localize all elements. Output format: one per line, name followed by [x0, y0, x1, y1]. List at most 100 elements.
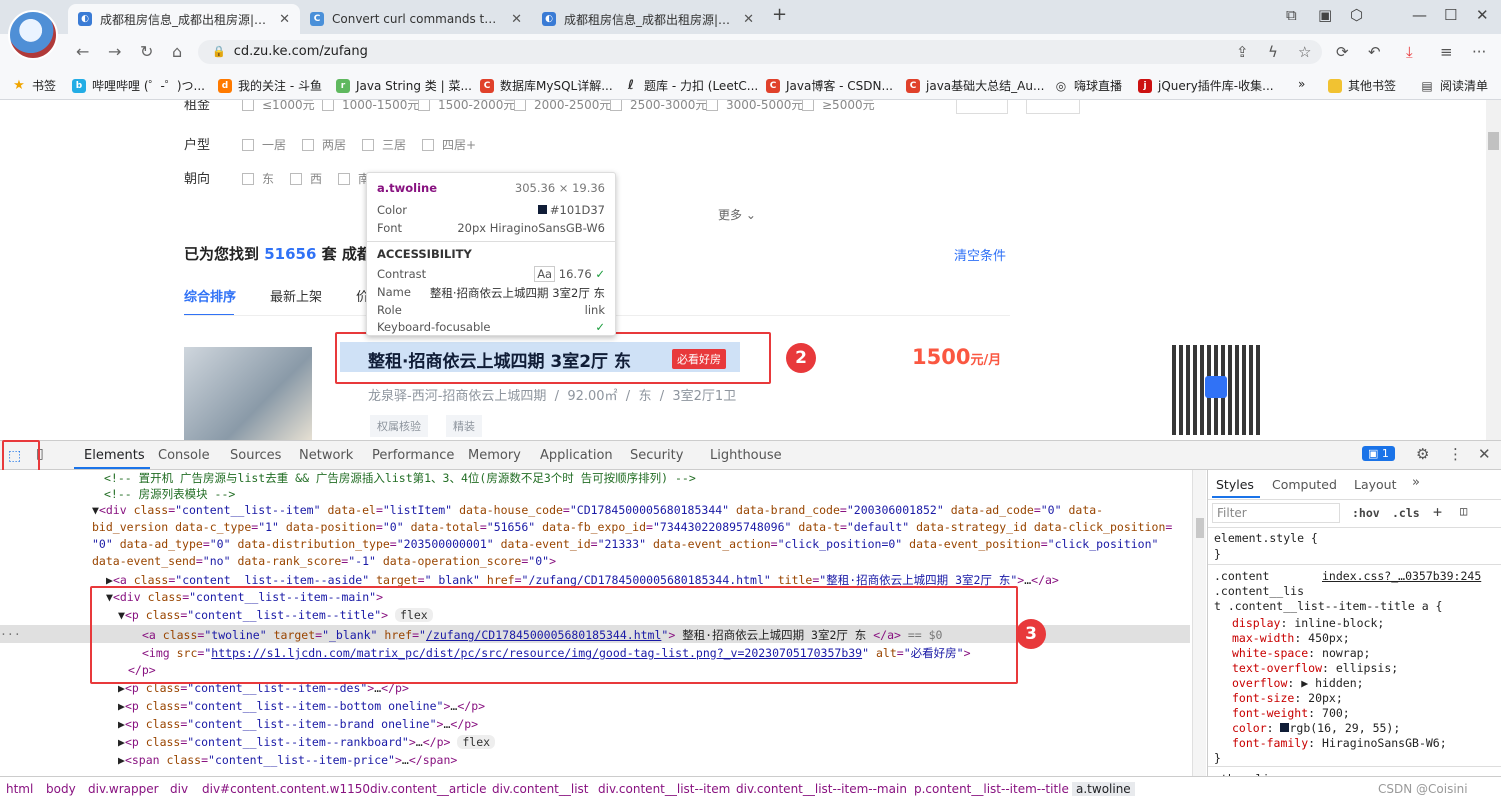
tab-security[interactable]: Security	[630, 448, 683, 463]
minimize-icon[interactable]: —	[1412, 6, 1427, 24]
new-tab-icon[interactable]: +	[772, 4, 787, 25]
annotation-badge-2: 2	[786, 343, 816, 373]
add-rule-icon[interactable]: +	[1433, 503, 1442, 521]
more-bookmarks-button[interactable]: »	[1298, 77, 1305, 91]
tab-application[interactable]: Application	[540, 448, 613, 463]
share-icon[interactable]: ⇪	[1236, 43, 1249, 61]
breadcrumb-item[interactable]: body	[46, 782, 76, 796]
back-icon[interactable]: ←	[76, 42, 89, 61]
rent-option[interactable]: 2000-2500元	[514, 100, 611, 113]
sort-tab-comprehensive[interactable]: 综合排序	[184, 286, 236, 305]
rent-option[interactable]: ≥5000元	[802, 100, 875, 113]
extensions-icon[interactable]: ⬡	[1350, 6, 1363, 24]
kebab-menu-icon[interactable]: ⋮	[1448, 445, 1463, 463]
bookmark-folder[interactable]: 其他书签	[1328, 77, 1396, 94]
breadcrumb-item[interactable]: p.content__list--item--title	[914, 782, 1069, 796]
orientation-option[interactable]: 西	[290, 170, 322, 187]
tab-performance[interactable]: Performance	[372, 448, 454, 463]
styles-filter-input[interactable]: Filter	[1212, 503, 1340, 523]
bookmark-item[interactable]: C Java博客 - CSDN...	[766, 77, 893, 94]
bookmark-item[interactable]: C 数据库MySQL详解...	[480, 77, 613, 94]
cls-toggle[interactable]: .cls	[1392, 506, 1420, 520]
close-tab-icon[interactable]: ✕	[743, 12, 754, 27]
page-scrollbar[interactable]	[1486, 100, 1501, 440]
breadcrumb-item[interactable]: div.wrapper	[88, 782, 159, 796]
tab-title: 成都租房信息_成都出租房源|房屋	[100, 12, 272, 27]
bookmark-item[interactable]: ℓ 题库 - 力扣 (LeetC...	[624, 77, 758, 94]
rent-option[interactable]: 2500-3000元	[610, 100, 707, 113]
sort-tab-newest[interactable]: 最新上架	[270, 286, 322, 305]
breadcrumb-item[interactable]: div.content__list	[492, 782, 589, 796]
tab-computed[interactable]: Computed	[1272, 477, 1337, 492]
rent-option[interactable]: 1000-1500元	[322, 100, 419, 113]
home-icon[interactable]: ⌂	[172, 42, 182, 61]
tab-memory[interactable]: Memory	[468, 448, 521, 463]
star-icon[interactable]: ☆	[1298, 43, 1311, 61]
rent-option[interactable]: ≤1000元	[242, 100, 315, 113]
sync-icon[interactable]: ⟳	[1336, 43, 1349, 61]
clear-filters-link[interactable]: 清空条件	[954, 245, 1006, 264]
more-filters-button[interactable]: 更多 ⌄	[718, 206, 756, 223]
bookmark-label: 数据库MySQL详解...	[500, 79, 613, 93]
breadcrumb-item[interactable]: div.content__list--item	[598, 782, 730, 796]
profile-avatar[interactable]	[8, 10, 58, 60]
more-menu-icon[interactable]: ···	[1472, 43, 1486, 61]
bookmark-item[interactable]: ◎ 嗨球直播	[1054, 77, 1122, 94]
min-rent-input[interactable]	[956, 100, 1008, 114]
breadcrumb-item[interactable]: div.content__list--item--main	[736, 782, 907, 796]
stylesheet-link[interactable]: index.css?_…0357b39:245	[1322, 569, 1481, 583]
browser-tab-3[interactable]: ◐ 成都租房信息_成都出租房源|房屋 ✕	[532, 4, 764, 34]
layout-option[interactable]: 一居	[242, 136, 286, 153]
issues-badge[interactable]: ▣ 1	[1362, 446, 1395, 461]
close-window-icon[interactable]: ✕	[1476, 6, 1489, 24]
toggle-sidebar-icon[interactable]: ◫	[1460, 504, 1467, 518]
tab-elements[interactable]: Elements	[84, 448, 145, 463]
maximize-icon[interactable]: ☐	[1444, 6, 1457, 24]
bookmark-item[interactable]: Cjava基础大总结_Au...	[906, 77, 1044, 94]
layout-option[interactable]: 两居	[302, 136, 346, 153]
bookmark-item[interactable]: j jQuery插件库-收集...	[1138, 77, 1274, 94]
bookmark-item[interactable]: r Java String 类 | 菜...	[336, 77, 472, 94]
tab-layout[interactable]: Layout	[1354, 477, 1397, 492]
tab-sources[interactable]: Sources	[230, 448, 281, 463]
reading-list-icon[interactable]: ≡	[1440, 43, 1453, 61]
breadcrumb-item[interactable]: div	[170, 782, 188, 796]
rent-option[interactable]: 3000-5000元	[706, 100, 803, 113]
elements-scrollbar[interactable]	[1192, 470, 1206, 776]
tab-network[interactable]: Network	[299, 448, 353, 463]
more-tabs-icon[interactable]: »	[1412, 475, 1420, 490]
address-bar[interactable]: 🔒 cd.zu.ke.com/zufang	[198, 40, 1322, 64]
flash-icon[interactable]: ϟ	[1268, 43, 1278, 61]
orientation-option[interactable]: 东	[242, 170, 274, 187]
undo-icon[interactable]: ↶	[1368, 43, 1381, 61]
breadcrumb-item[interactable]: html	[6, 782, 33, 796]
breadcrumb-item[interactable]: div#content.content.w1150	[202, 782, 370, 796]
refresh-icon[interactable]: ↻	[140, 42, 153, 61]
listing-photo[interactable]	[184, 347, 312, 440]
layout-option[interactable]: 四居+	[422, 136, 476, 153]
hov-toggle[interactable]: :hov	[1352, 506, 1380, 520]
browser-tab-2[interactable]: C Convert curl commands to cod ✕	[300, 4, 532, 34]
breadcrumb-item-selected[interactable]: a.twoline	[1072, 782, 1135, 796]
tab-lighthouse[interactable]: Lighthouse	[710, 448, 782, 463]
settings-gear-icon[interactable]: ⚙	[1416, 445, 1429, 463]
max-rent-input[interactable]	[1026, 100, 1080, 114]
layout-option[interactable]: 三居	[362, 136, 406, 153]
tab-actions-icon[interactable]: ⧉	[1286, 6, 1297, 24]
download-icon[interactable]: ⤓	[1406, 43, 1413, 61]
forward-icon[interactable]: →	[108, 42, 121, 61]
bookmark-item[interactable]: b 哔哩哔哩 (゜-゜)つ...	[72, 77, 205, 94]
bookmark-item[interactable]: ★ 书签	[12, 77, 56, 94]
bookmark-item[interactable]: d 我的关注 - 斗鱼	[218, 77, 322, 94]
close-tab-icon[interactable]: ✕	[511, 12, 522, 27]
workspaces-icon[interactable]: ▣	[1318, 6, 1332, 24]
browser-tab-1[interactable]: ◐ 成都租房信息_成都出租房源|房屋 ✕	[68, 4, 300, 34]
reading-list-button[interactable]: ▤ 阅读清单	[1420, 77, 1488, 94]
rent-option[interactable]: 1500-2000元	[418, 100, 515, 113]
tab-styles[interactable]: Styles	[1216, 477, 1254, 492]
close-tab-icon[interactable]: ✕	[279, 12, 290, 27]
tab-console[interactable]: Console	[158, 448, 210, 463]
breadcrumb-item[interactable]: div.content__article	[370, 782, 487, 796]
close-devtools-icon[interactable]: ✕	[1478, 445, 1491, 463]
bookmark-label: 书签	[32, 79, 57, 93]
